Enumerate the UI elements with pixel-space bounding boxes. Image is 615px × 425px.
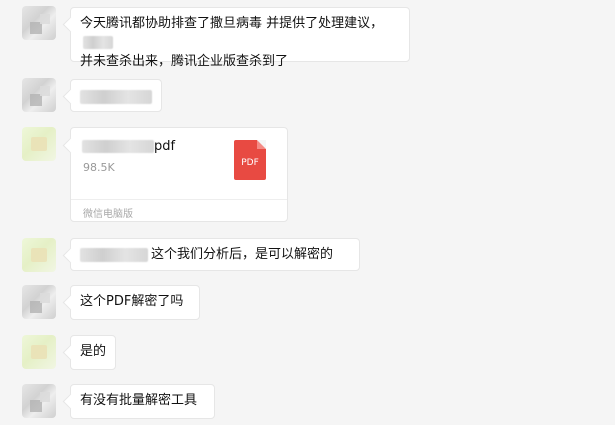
message-text: 这个PDF解密了吗 [80,294,184,309]
message-bubble[interactable]: 今天腾讯都协助排查了撒旦病毒 并提供了处理建议， 并未查杀出来，腾讯企业版查杀到… [70,7,410,69]
file-name: pdf [82,139,175,154]
message-text: 有没有批量解密工具 [80,393,198,408]
file-card-divider [71,199,287,200]
file-source-label: 微信电脑版 [83,209,133,220]
message-bubble[interactable]: 有没有批量解密工具 [70,384,215,419]
contact-avatar[interactable] [22,78,56,112]
self-avatar[interactable] [22,238,56,272]
file-attachment-card[interactable]: pdf 98.5K PDF 微信电脑版 [70,127,288,222]
message-bubble[interactable] [70,79,162,112]
redacted-text [80,247,148,262]
redacted-text [83,36,113,49]
contact-avatar[interactable] [22,285,56,319]
self-avatar[interactable] [22,335,56,369]
message-bubble[interactable]: 这个我们分析后，是可以解密的 [70,238,360,271]
message-text: 是的 [80,344,107,359]
pdf-file-icon: PDF [234,140,266,180]
message-text-line: 并未查杀出来，腾讯企业版查杀到了 [80,54,289,69]
redacted-text [82,140,154,153]
message-text: 这个我们分析后，是可以解密的 [151,247,334,262]
self-avatar[interactable] [22,127,56,161]
message-text-line: 今天腾讯都协助排查了撒旦病毒 并提供了处理建议， [80,14,400,52]
file-size: 98.5K [83,161,115,174]
message-bubble[interactable]: 这个PDF解密了吗 [70,285,200,320]
contact-avatar[interactable] [22,384,56,418]
contact-avatar[interactable] [22,6,56,40]
message-bubble[interactable]: 是的 [70,335,116,370]
redacted-text [80,89,152,104]
